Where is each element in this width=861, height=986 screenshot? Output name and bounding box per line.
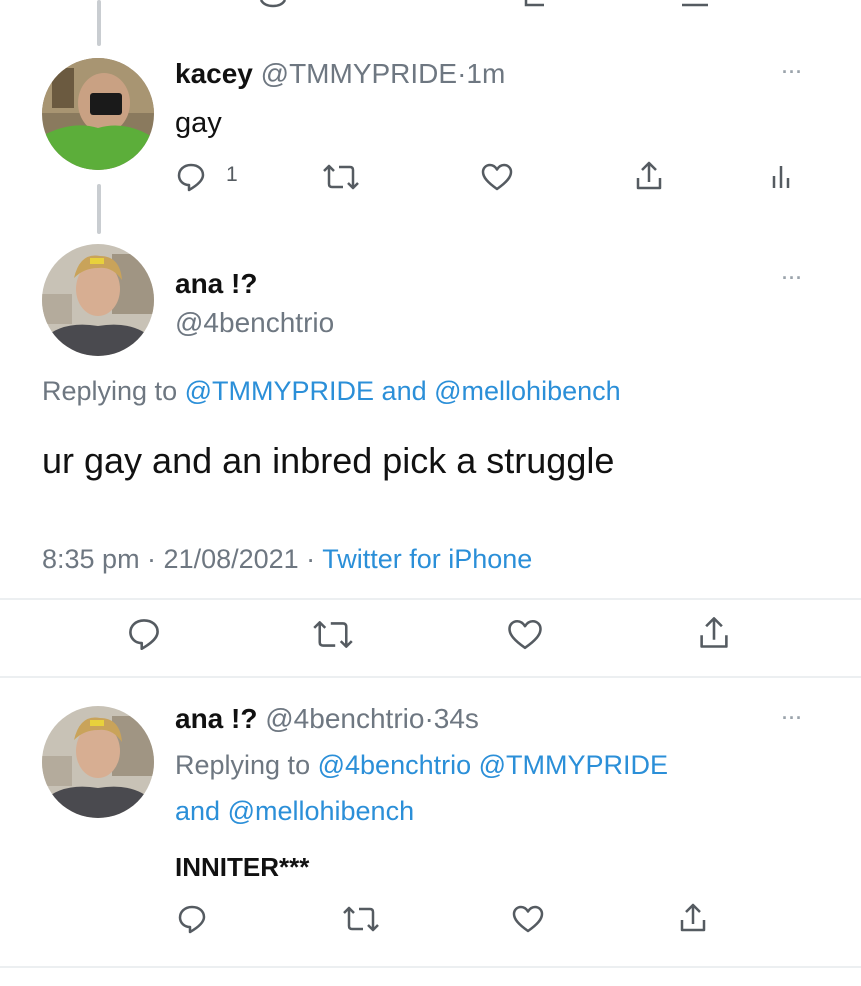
mention-link[interactable]: @mellohibench: [228, 796, 415, 826]
more-options-button[interactable]: ···: [782, 62, 803, 83]
author-name[interactable]: ana !?: [175, 703, 257, 734]
more-options-button[interactable]: ···: [782, 268, 803, 289]
more-options-button[interactable]: ···: [782, 708, 803, 729]
author-name[interactable]: ana !?: [175, 268, 257, 300]
tweet-time: 34s: [433, 703, 479, 734]
author-handle[interactable]: @TMMYPRIDE: [261, 58, 457, 89]
replying-prefix: Replying to: [175, 750, 311, 780]
share-icon[interactable]: [520, 0, 550, 8]
replying-prefix: Replying to: [42, 376, 178, 406]
mention-link[interactable]: @4benchtrio: [318, 750, 472, 780]
mention-link[interactable]: @TMMYPRIDE: [185, 376, 374, 406]
divider: [0, 966, 861, 968]
thread-line-top: [97, 0, 101, 46]
tweet-text: ur gay and an inbred pick a struggle: [42, 440, 615, 481]
replying-and[interactable]: and: [382, 376, 427, 406]
tweet-timestamp[interactable]: 8:35 pm · 21/08/2021 ·: [42, 544, 315, 574]
tweet-text: INNITER***: [175, 852, 310, 882]
replying-to: Replying to @TMMYPRIDE and @mellohibench: [42, 376, 621, 407]
replying-and[interactable]: and: [175, 796, 220, 826]
mention-link[interactable]: @TMMYPRIDE: [479, 750, 668, 780]
analytics-icon[interactable]: [771, 164, 795, 190]
share-icon[interactable]: [697, 615, 731, 651]
avatar[interactable]: [42, 58, 154, 170]
tweet-meta: 8:35 pm · 21/08/2021 · Twitter for iPhon…: [42, 544, 532, 575]
separator: ·: [424, 703, 434, 734]
retweet-icon[interactable]: [342, 906, 380, 932]
replying-to: Replying to @4benchtrio @TMMYPRIDE: [175, 750, 668, 781]
heart-icon[interactable]: [512, 905, 544, 933]
analytics-icon[interactable]: [680, 0, 710, 8]
divider: [0, 598, 861, 600]
tweet-source[interactable]: Twitter for iPhone: [322, 544, 532, 574]
share-icon[interactable]: [678, 902, 708, 934]
reply-icon[interactable]: [176, 162, 206, 192]
author-handle[interactable]: @4benchtrio: [175, 307, 334, 339]
retweet-icon[interactable]: [312, 620, 354, 649]
heart-icon[interactable]: [507, 619, 543, 650]
mention-link[interactable]: @mellohibench: [434, 376, 621, 406]
reply-icon[interactable]: [177, 904, 207, 934]
avatar[interactable]: [42, 706, 154, 818]
reply-count: 1: [226, 163, 238, 186]
author-name[interactable]: kacey: [175, 58, 253, 89]
heart-icon[interactable]: [481, 163, 513, 191]
reply-icon[interactable]: [258, 0, 288, 8]
tweet-time: 1m: [466, 58, 506, 89]
tweet-text: gay: [175, 107, 222, 139]
divider: [0, 676, 861, 678]
author-handle[interactable]: @4benchtrio: [265, 703, 424, 734]
retweet-icon[interactable]: [322, 164, 360, 190]
reply-icon[interactable]: [127, 617, 161, 651]
thread-line-mid: [97, 184, 101, 234]
avatar[interactable]: [42, 244, 154, 356]
share-icon[interactable]: [634, 160, 664, 192]
